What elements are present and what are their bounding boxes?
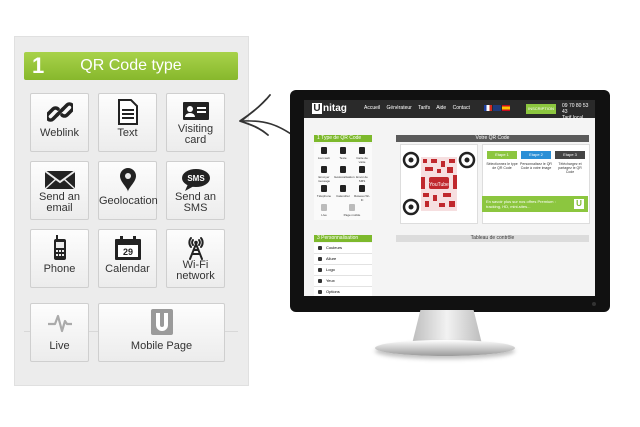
dashboard-header: Tableau de contrôle [396,235,589,242]
perso-item-eyes[interactable]: Yeux [314,276,372,287]
mini-tile[interactable]: Envoi de SMS [353,164,371,183]
contact-card-icon [167,101,224,121]
monitor-stand-base [375,340,515,356]
site-navbar: Unitag Accueil Générateur Tarifs Aide Co… [304,100,595,121]
step-2-text: Personnalisez le QR Code à votre image [520,162,552,170]
step-1-badge: Etape 1 [487,151,517,159]
mini-tile[interactable]: Téléphone [315,183,333,200]
section-your-qr-header: Votre QR Code [396,135,589,142]
nav-links: Accueil Générateur Tarifs Aide Contact [364,105,475,111]
perso-item-style[interactable]: Allure [314,254,372,265]
tile-label: Visiting card [177,123,214,146]
mini-tile[interactable]: Réseau Wi-Fi [353,183,371,202]
sms-bubble-icon: SMS [167,168,224,191]
tile-weblink[interactable]: Weblink [30,93,89,152]
tile-label: Live [49,340,70,352]
signup-button[interactable]: INSCRIPTION [526,104,556,114]
unitag-logo-icon [99,309,224,335]
tile-label: Geolocation [99,195,158,207]
sms-icon-text: SMS [187,174,205,183]
nav-link-pricing[interactable]: Tarifs [418,105,430,111]
tile-label: Send an email [39,191,80,214]
mini-tile[interactable]: Géolocalisation [334,164,355,181]
tile-live[interactable]: Live [30,303,89,362]
qr-code-preview: YouTube [400,144,478,224]
language-flags[interactable] [484,105,510,111]
perso-item-logo[interactable]: Logo [314,265,372,276]
tile-label: Phone [43,263,76,275]
tile-visiting-card[interactable]: Visiting card [166,93,225,152]
mini-tile[interactable]: Texte [334,145,352,162]
panel-title: QR Code type [80,57,182,74]
mini-tile[interactable]: Page mobile [338,202,366,219]
hand-drawn-arrow-icon [239,94,295,137]
tile-mobile-page[interactable]: Mobile Page [98,303,225,362]
tile-email[interactable]: Send an email [30,161,89,220]
premium-banner[interactable]: En savoir plus sur nos offres Premium : … [482,196,588,212]
monitor-stand-neck [412,310,482,344]
section-qr-type-header: 1 Type de QR Code [314,135,372,142]
nav-link-generator[interactable]: Générateur [387,105,412,111]
tile-label: Calendar [105,263,150,275]
phone-contact: 09 70 80 53 43 Tarif local [562,103,589,121]
antenna-icon [167,234,224,260]
tile-label: Weblink [40,127,79,139]
mini-tile[interactable]: Envoyer message [315,164,333,183]
mini-tile[interactable]: Live [315,202,333,219]
site-logo[interactable]: Unitag [312,103,347,114]
qr-center-logo: YouTube [429,182,449,188]
tile-label: Text [117,127,138,139]
step-3-badge: Etape 3 [555,151,585,159]
link-icon [31,99,88,125]
tile-geolocation[interactable]: Geolocation [98,161,158,220]
map-pin-icon [99,167,156,193]
section-personalization-header: 3 Personnalisation [314,235,372,242]
tile-label: Mobile Page [130,340,193,352]
tile-phone[interactable]: Phone [30,229,89,288]
mini-tile[interactable]: Lien web [315,145,333,162]
mobile-phone-icon [31,235,88,261]
qr-type-panel: 1 QR Code type Weblink Text Visiting car… [14,36,249,386]
steps-panel: Etape 1 Etape 2 Etape 3 Sélectionnez le … [482,144,590,224]
step-2-badge: Etape 2 [521,151,551,159]
mini-tile[interactable]: Carte de visite [353,145,371,164]
unitag-logo-icon: U [574,199,584,209]
tile-wifi[interactable]: Wi-Fi network [166,229,225,288]
monitor: Unitag Accueil Générateur Tarifs Aide Co… [290,90,610,312]
nav-link-contact[interactable]: Contact [453,105,470,111]
monitor-screen: Unitag Accueil Générateur Tarifs Aide Co… [304,100,595,296]
tile-sms[interactable]: SMS Send an SMS [166,161,225,220]
mini-type-grid: Lien web Texte Carte de visite Envoyer m… [314,144,372,220]
envelope-icon [31,170,88,190]
pulse-icon [31,313,88,339]
calendar-icon: 29 [99,235,156,261]
document-icon [99,99,156,125]
power-indicator [592,302,596,306]
nav-link-help[interactable]: Aide [436,105,446,111]
tile-label: Send an SMS [175,191,216,214]
step-3-text: Téléchargez et partagez le QR Code [558,162,582,174]
perso-item-options[interactable]: Options [314,287,372,296]
nav-link-home[interactable]: Accueil [364,105,380,111]
personalization-list: Couleurs Allure Logo Yeux Options [314,243,372,296]
calendar-day: 29 [122,247,132,257]
mini-tile[interactable]: Calendrier [334,183,352,200]
step-1-text: Sélectionnez le type de QR Code [486,162,518,170]
tile-text[interactable]: Text [98,93,157,152]
panel-header: 1 QR Code type [24,52,238,80]
perso-item-colors[interactable]: Couleurs [314,243,372,254]
tile-label: Wi-Fi network [176,259,215,282]
tile-calendar[interactable]: 29 Calendar [98,229,157,288]
